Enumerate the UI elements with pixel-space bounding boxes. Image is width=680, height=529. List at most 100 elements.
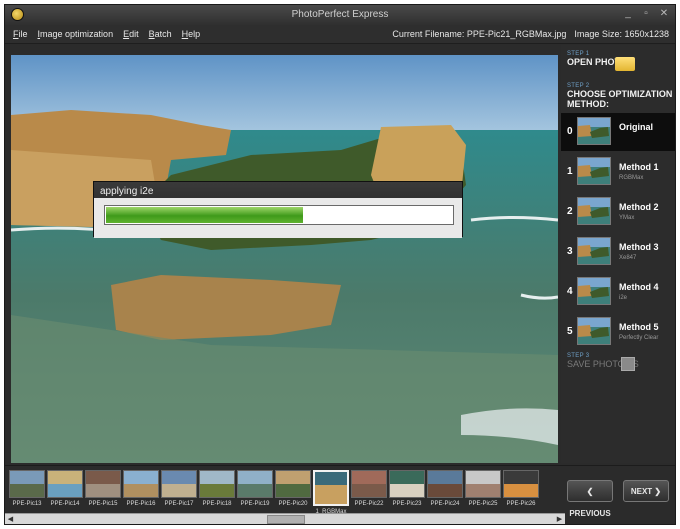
thumbnail-label: PPE-Pic15: [88, 501, 118, 507]
filmstrip-thumbnail[interactable]: PPE-Pic17: [161, 470, 197, 510]
save-disk-icon[interactable]: [621, 357, 635, 371]
thumbnail-image: [161, 470, 197, 498]
thumbnail-image: [465, 470, 501, 498]
title-bar: PhotoPerfect Express _ ▫ ✕: [5, 5, 675, 25]
method-number: 3: [567, 246, 573, 257]
method-thumbnail: [577, 317, 611, 345]
thumbnail-image: [9, 470, 45, 498]
filmstrip-thumbnail[interactable]: PPE-Pic15: [85, 470, 121, 510]
method-subtitle: YMax: [619, 215, 635, 221]
thumbnail-label: PPE-Pic17: [164, 501, 194, 507]
method-thumbnail: [577, 197, 611, 225]
photo-preview[interactable]: [11, 55, 558, 463]
menu-batch[interactable]: Batch: [149, 29, 172, 39]
method-name: Method 1: [619, 162, 659, 172]
method-thumbnail: [577, 157, 611, 185]
method-thumbnail: [577, 277, 611, 305]
method-subtitle: Perfectly Clear: [619, 335, 659, 341]
thumbnail-label: PPE-Pic14: [50, 501, 80, 507]
image-size: Image Size: 1650x1238: [574, 29, 669, 39]
method-subtitle: Xe847: [619, 255, 637, 261]
step2-title: CHOOSE OPTIMIZATION METHOD:: [567, 89, 673, 109]
thumbnail-image: [389, 470, 425, 498]
filmstrip-thumbnail[interactable]: PPE-Pic14: [47, 470, 83, 510]
method-name: Method 2: [619, 202, 659, 212]
thumbnail-label: PPE-Pic19: [240, 501, 270, 507]
thumbnail-label: PPE-Pic13: [12, 501, 42, 507]
method-option-3[interactable]: 3 Method 3 Xe847: [561, 233, 675, 271]
filmstrip-thumbnail[interactable]: PPE-Pic18: [199, 470, 235, 510]
menu-file[interactable]: File: [13, 29, 28, 39]
filmstrip-thumbnail[interactable]: PPE-Pic25: [465, 470, 501, 510]
filmstrip-thumbnail[interactable]: PPE-Pic20: [275, 470, 311, 510]
menu-help[interactable]: Help: [182, 29, 201, 39]
method-number: 0: [567, 126, 573, 137]
thumbnail-image: [123, 470, 159, 498]
method-number: 5: [567, 326, 573, 337]
horizontal-scrollbar[interactable]: ◀ ▶: [5, 513, 565, 524]
progress-dialog: applying i2e: [93, 181, 463, 238]
optimization-panel: STEP 1 OPEN PHOTO STEP 2 CHOOSE OPTIMIZA…: [561, 45, 675, 463]
maximize-button[interactable]: ▫: [639, 7, 653, 21]
thumbnail-image: [237, 470, 273, 498]
thumbnail-image: [313, 470, 349, 506]
method-option-4[interactable]: 4 Method 4 i2e: [561, 273, 675, 311]
method-name: Method 5: [619, 322, 659, 332]
window-title: PhotoPerfect Express: [291, 9, 389, 20]
method-number: 1: [567, 166, 573, 177]
thumbnail-label: PPE-Pic20: [278, 501, 308, 507]
method-option-5[interactable]: 5 Method 5 Perfectly Clear: [561, 313, 675, 351]
method-number: 4: [567, 286, 573, 297]
method-thumbnail: [577, 117, 611, 145]
menu-edit[interactable]: Edit: [123, 29, 139, 39]
method-subtitle: RGBMax: [619, 175, 644, 181]
method-number: 2: [567, 206, 573, 217]
filmstrip-thumbnail[interactable]: PPE-Pic24: [427, 470, 463, 510]
thumbnail-image: [199, 470, 235, 498]
method-option-1[interactable]: 1 Method 1 RGBMax: [561, 153, 675, 191]
method-option-2[interactable]: 2 Method 2 YMax: [561, 193, 675, 231]
method-option-0[interactable]: 0 Original: [561, 113, 675, 151]
scroll-left-icon[interactable]: ◀: [5, 514, 16, 524]
close-button[interactable]: ✕: [657, 7, 671, 21]
thumbnail-image: [503, 470, 539, 498]
filmstrip-thumbnail[interactable]: PPE-Pic16: [123, 470, 159, 510]
filmstrip-thumbnail[interactable]: 1_RGBMax: [313, 470, 349, 515]
chevron-left-icon: ❮: [586, 487, 594, 496]
filmstrip-thumbnail[interactable]: PPE-Pic23: [389, 470, 425, 510]
scroll-right-icon[interactable]: ▶: [554, 514, 565, 524]
thumbnail-label: PPE-Pic24: [430, 501, 460, 507]
step2-choose-method: STEP 2 CHOOSE OPTIMIZATION METHOD:: [567, 83, 675, 109]
filmstrip: PPE-Pic13 PPE-Pic14 PPE-Pic15 PPE-Pic16 PPE-…: [5, 465, 675, 518]
method-name: Method 3: [619, 242, 659, 252]
previous-button[interactable]: ❮ PREVIOUS: [567, 480, 613, 518]
progress-title: applying i2e: [100, 186, 154, 197]
thumbnail-label: PPE-Pic26: [506, 501, 536, 507]
method-subtitle: i2e: [619, 295, 628, 301]
thumbnail-label: PPE-Pic23: [392, 501, 422, 507]
thumbnail-image: [47, 470, 83, 498]
progress-bar-fill: [106, 207, 304, 223]
method-name: Method 4: [619, 282, 659, 292]
menu-image-optimization[interactable]: Image optimization: [38, 29, 114, 39]
thumbnail-image: [351, 470, 387, 498]
next-button[interactable]: NEXT ❯: [623, 480, 669, 502]
scroll-thumb[interactable]: [267, 515, 305, 524]
thumbnail-label: PPE-Pic16: [126, 501, 156, 507]
folder-icon[interactable]: [615, 57, 635, 71]
thumbnail-label: PPE-Pic25: [468, 501, 498, 507]
method-thumbnail: [577, 237, 611, 265]
thumbnail-image: [427, 470, 463, 498]
thumbnail-label: PPE-Pic18: [202, 501, 232, 507]
current-filename: Current Filename: PPE-Pic21_RGBMax.jpg: [392, 29, 567, 39]
minimize-button[interactable]: _: [621, 7, 635, 21]
method-name: Original: [619, 122, 654, 132]
filmstrip-thumbnail[interactable]: PPE-Pic13: [9, 470, 45, 510]
chevron-right-icon: ❯: [652, 487, 662, 496]
progress-bar: [104, 205, 454, 225]
thumbnail-image: [275, 470, 311, 498]
filmstrip-thumbnail[interactable]: PPE-Pic22: [351, 470, 387, 510]
thumbnail-image: [85, 470, 121, 498]
filmstrip-thumbnail[interactable]: PPE-Pic26: [503, 470, 539, 510]
filmstrip-thumbnail[interactable]: PPE-Pic19: [237, 470, 273, 510]
